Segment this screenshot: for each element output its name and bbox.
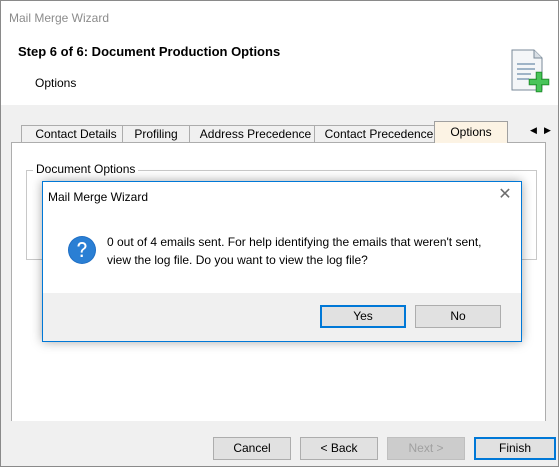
tab-label: Contact Precedence bbox=[324, 127, 434, 141]
dialog-footer: Yes No bbox=[43, 293, 521, 341]
next-button[interactable]: Next > bbox=[387, 437, 465, 460]
cancel-button[interactable]: Cancel bbox=[213, 437, 291, 460]
wizard-footer: Cancel < Back Next > Finish bbox=[1, 421, 558, 466]
tab-label: Contact Details bbox=[35, 127, 117, 141]
question-icon bbox=[68, 236, 96, 264]
tab-contact-details[interactable]: Contact Details bbox=[21, 125, 131, 143]
no-button[interactable]: No bbox=[415, 305, 501, 328]
dialog-title: Mail Merge Wizard bbox=[48, 190, 149, 204]
wizard-header: Step 6 of 6: Document Production Options… bbox=[1, 35, 558, 105]
tab-scroll-left-icon[interactable]: ◀ bbox=[530, 125, 537, 136]
dialog-message: 0 out of 4 emails sent. For help identif… bbox=[107, 235, 482, 267]
window-title: Mail Merge Wizard bbox=[9, 11, 110, 25]
document-add-icon bbox=[511, 49, 550, 93]
title-bar: Mail Merge Wizard bbox=[1, 1, 558, 35]
tab-options[interactable]: Options bbox=[434, 121, 508, 143]
tab-scroll-right-icon[interactable]: ▶ bbox=[544, 125, 551, 136]
step-title: Step 6 of 6: Document Production Options bbox=[18, 44, 281, 59]
tab-label: Profiling bbox=[134, 127, 178, 141]
tab-address-precedence[interactable]: Address Precedence bbox=[189, 125, 322, 143]
step-subtitle: Options bbox=[35, 76, 77, 90]
back-button[interactable]: < Back bbox=[300, 437, 378, 460]
tab-strip: Contact Details Profiling Address Preced… bbox=[11, 121, 541, 143]
message-dialog: Mail Merge Wizard ✕ 0 out of 4 emails se… bbox=[42, 181, 522, 342]
close-icon[interactable]: ✕ bbox=[496, 186, 514, 204]
tab-contact-precedence[interactable]: Contact Precedence bbox=[314, 125, 444, 143]
tab-label: Options bbox=[450, 125, 492, 139]
tab-scroll-arrows: ◀ ▶ bbox=[525, 125, 555, 139]
tab-label: Address Precedence bbox=[199, 127, 312, 141]
yes-button[interactable]: Yes bbox=[320, 305, 406, 328]
group-label: Document Options bbox=[33, 162, 139, 176]
finish-button[interactable]: Finish bbox=[474, 437, 556, 460]
tab-profiling[interactable]: Profiling bbox=[122, 125, 190, 143]
